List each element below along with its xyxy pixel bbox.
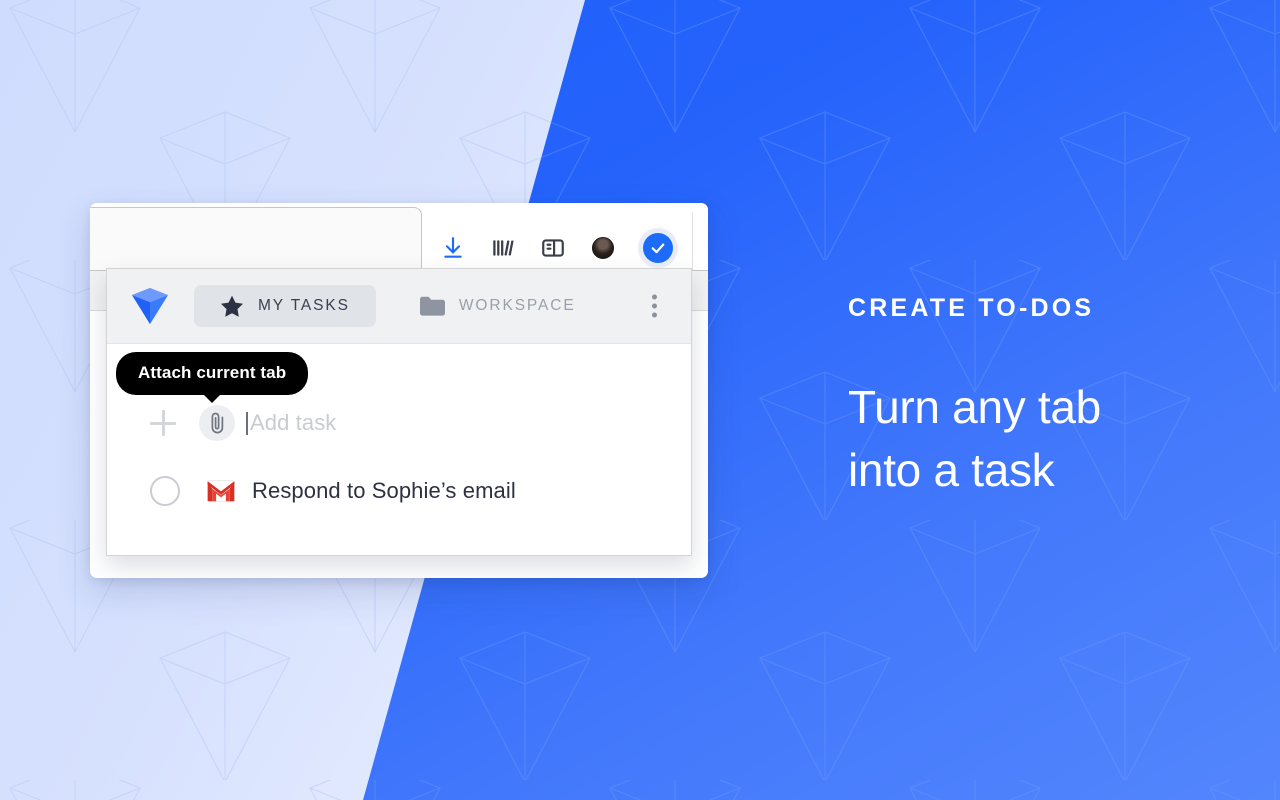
taskade-extension-check-icon (643, 233, 673, 263)
tab-my-tasks-label: MY TASKS (258, 297, 350, 314)
promo-copy: CREATE TO-DOS Turn any tab into a task (848, 296, 1248, 502)
plus-icon[interactable] (150, 410, 176, 436)
star-icon (221, 295, 243, 317)
browser-tab[interactable] (90, 207, 422, 270)
download-icon[interactable] (440, 235, 466, 261)
add-task-row[interactable]: Add task (150, 400, 336, 446)
gmail-icon (207, 480, 235, 502)
kebab-dot (652, 303, 657, 309)
promo-headline: Turn any tab into a task (848, 376, 1248, 502)
taskade-logo (131, 287, 169, 325)
taskade-extension-button[interactable] (638, 228, 678, 268)
task-title: Respond to Sophie’s email (252, 478, 516, 503)
task-row[interactable]: Respond to Sophie’s email (150, 468, 516, 514)
kebab-dot (652, 294, 657, 300)
attach-current-tab-button[interactable] (199, 405, 235, 441)
promo-headline-line-2: into a task (848, 444, 1055, 496)
folder-icon (419, 296, 445, 316)
tab-workspace-label: WORKSPACE (458, 297, 576, 314)
paperclip-icon (211, 412, 223, 434)
avatar (592, 237, 614, 259)
text-cursor (246, 411, 248, 435)
tab-workspace[interactable]: WORKSPACE (394, 285, 602, 327)
tab-my-tasks[interactable]: MY TASKS (194, 285, 376, 327)
library-icon[interactable] (490, 235, 516, 261)
promo-headline-line-1: Turn any tab (848, 381, 1101, 433)
promo-eyebrow: CREATE TO-DOS (848, 294, 1095, 322)
kebab-menu-icon[interactable] (648, 291, 661, 322)
toolbar-divider (692, 212, 693, 270)
attach-tab-tooltip: Attach current tab (116, 352, 309, 403)
popup-header: MY TASKS WORKSPACE (107, 269, 691, 344)
account-avatar[interactable] (590, 235, 616, 261)
browser-toolbar-icons (440, 228, 678, 268)
task-checkbox[interactable] (150, 476, 180, 506)
kebab-dot (652, 312, 657, 318)
sidebar-icon[interactable] (540, 235, 566, 261)
add-task-input[interactable]: Add task (250, 410, 336, 436)
